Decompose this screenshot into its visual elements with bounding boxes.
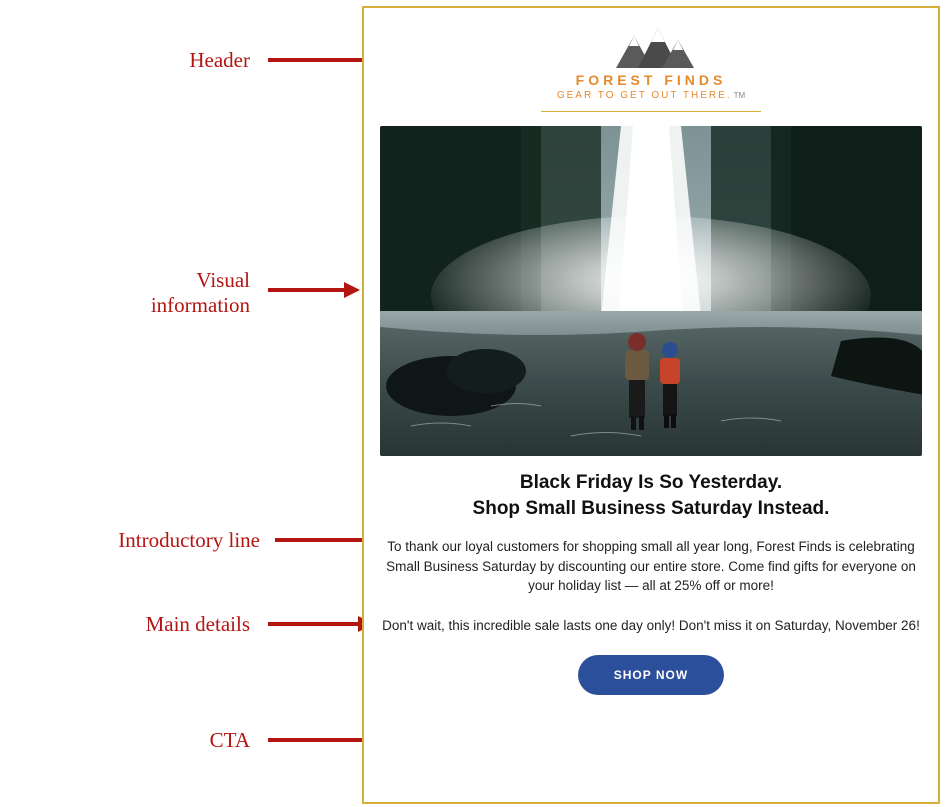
- brand-tagline: GEAR TO GET OUT THERE.TM: [557, 90, 745, 101]
- hero-image: [380, 126, 922, 456]
- email-frame: FOREST FINDS GEAR TO GET OUT THERE.TM: [362, 6, 940, 804]
- brand-name: FOREST FINDS: [576, 72, 727, 88]
- headline-line-1: Black Friday Is So Yesterday.: [380, 470, 922, 496]
- shop-now-button[interactable]: SHOP NOW: [578, 655, 724, 695]
- mountains-icon: [596, 22, 706, 70]
- annotation-intro-label: Introductory line: [10, 528, 260, 553]
- annotation-cta-label: CTA: [60, 728, 250, 753]
- diagram-stage: Header Visual information Introductory l…: [0, 0, 952, 807]
- body-copy: To thank our loyal customers for shoppin…: [386, 537, 916, 596]
- annotation-header-label: Header: [60, 48, 250, 73]
- headline-line-2: Shop Small Business Saturday Instead.: [380, 496, 922, 522]
- header-divider: [541, 111, 761, 112]
- annotation-details-label: Main details: [60, 612, 250, 637]
- headline: Black Friday Is So Yesterday. Shop Small…: [380, 470, 922, 521]
- annotation-visual-label: Visual information: [60, 268, 250, 318]
- email-header: FOREST FINDS GEAR TO GET OUT THERE.TM: [380, 22, 922, 126]
- urgency-copy: Don't wait, this incredible sale lasts o…: [382, 618, 920, 633]
